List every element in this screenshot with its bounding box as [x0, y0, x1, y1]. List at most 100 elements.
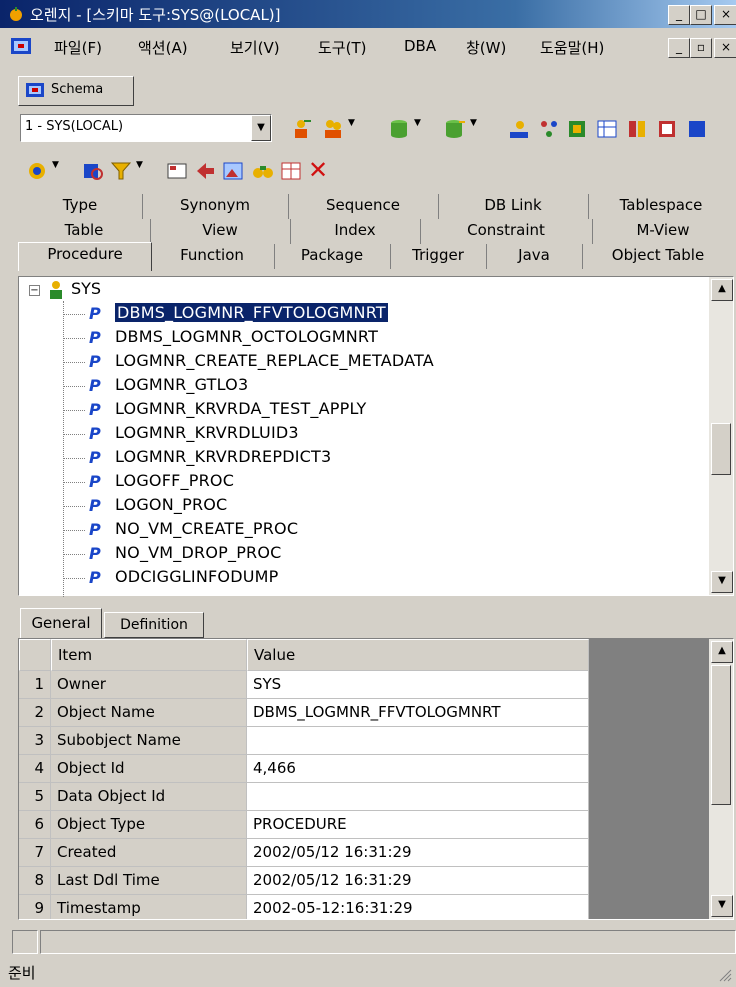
users-icon[interactable] — [322, 118, 344, 140]
tab-general[interactable]: General — [20, 608, 102, 638]
cell-item[interactable]: Data Object Id — [51, 783, 247, 811]
report-icon[interactable] — [656, 118, 678, 140]
scroll-down-icon[interactable]: ▼ — [711, 571, 733, 593]
menu-action[interactable]: 액션(A) — [138, 37, 188, 58]
menu-dba[interactable]: DBA — [404, 37, 436, 55]
child-restore-button[interactable]: ▫ — [690, 38, 712, 58]
cell-item[interactable]: Object Name — [51, 699, 247, 727]
chevron-down-icon[interactable]: ▼ — [251, 115, 271, 141]
tree-item[interactable]: NO_VM_CREATE_PROC — [115, 519, 298, 538]
tab-constraint[interactable]: Constraint — [420, 219, 593, 244]
child-close-button[interactable]: × — [714, 38, 736, 58]
table-row[interactable]: 7 Created 2002/05/12 16:31:29 — [19, 839, 589, 867]
cell-value[interactable] — [247, 727, 589, 755]
document-icon[interactable] — [10, 36, 32, 56]
tree-scrollbar[interactable]: ▲ ▼ — [709, 277, 733, 595]
tab-type[interactable]: Type — [18, 194, 143, 219]
cell-value[interactable]: 2002/05/12 16:31:29 — [247, 839, 589, 867]
collapse-icon[interactable]: − — [29, 285, 40, 296]
cell-item[interactable]: Timestamp — [51, 895, 247, 919]
scroll-up-icon[interactable]: ▲ — [711, 279, 733, 301]
cell-value[interactable]: DBMS_LOGMNR_FFVTOLOGMNRT — [247, 699, 589, 727]
refresh-icon[interactable] — [26, 160, 48, 182]
cell-item[interactable]: Object Id — [51, 755, 247, 783]
cell-item[interactable]: Last Ddl Time — [51, 867, 247, 895]
input-box[interactable] — [12, 930, 38, 954]
tree-item[interactable]: LOGMNR_GTLO3 — [115, 375, 248, 394]
tree-root-label[interactable]: SYS — [71, 279, 101, 298]
more-icon[interactable] — [686, 118, 708, 140]
properties-grid[interactable]: Item Value 1 Owner SYS 2 Object Name DBMS_LOG… — [18, 638, 734, 920]
tab-db-link[interactable]: DB Link — [438, 194, 589, 219]
tools-icon[interactable] — [626, 118, 648, 140]
tab-m-view[interactable]: M-View — [592, 219, 734, 244]
dropdown-arrow-icon[interactable]: ▼ — [470, 118, 480, 140]
cell-item[interactable]: Object Type — [51, 811, 247, 839]
table-row[interactable]: 3 Subobject Name — [19, 727, 589, 755]
tab-synonym[interactable]: Synonym — [142, 194, 289, 219]
cell-value[interactable]: 4,466 — [247, 755, 589, 783]
tab-object-table[interactable]: Object Table — [582, 244, 734, 269]
object-tree[interactable]: − SYS P DBMS_LOGMNR_FFVTOLOGMNRT P DBMS_LOG… — [18, 276, 734, 597]
find-icon[interactable] — [82, 160, 104, 182]
tab-procedure[interactable]: Procedure — [18, 242, 152, 271]
table-icon[interactable] — [280, 160, 302, 182]
cell-item[interactable]: Created — [51, 839, 247, 867]
title-bar[interactable]: 오렌지 - [스키마 도구:SYS@(LOCAL)] _ □ × — [0, 0, 736, 28]
schema-tab[interactable]: Schema — [18, 76, 134, 106]
grid-icon[interactable] — [166, 160, 188, 182]
menu-view[interactable]: 보기(V) — [230, 37, 280, 58]
cell-value[interactable]: PROCEDURE — [247, 811, 589, 839]
table-row[interactable]: 5 Data Object Id — [19, 783, 589, 811]
table-row[interactable]: 4 Object Id 4,466 — [19, 755, 589, 783]
tree-item[interactable]: ODCIGGLINFODUMP — [115, 567, 278, 586]
table-row[interactable]: 1 Owner SYS — [19, 671, 589, 699]
tab-view[interactable]: View — [150, 219, 291, 244]
database-add-icon[interactable] — [444, 118, 466, 140]
close-button[interactable]: × — [714, 5, 736, 25]
connection-select[interactable]: 1 - SYS(LOCAL) ▼ — [20, 114, 272, 142]
scroll-up-icon[interactable]: ▲ — [711, 641, 733, 663]
dropdown-arrow-icon[interactable]: ▼ — [136, 160, 146, 182]
network-icon[interactable] — [538, 118, 560, 140]
cell-value[interactable]: 2002/05/12 16:31:29 — [247, 867, 589, 895]
table-row[interactable]: 2 Object Name DBMS_LOGMNR_FFVTOLOGMNRT — [19, 699, 589, 727]
filter-icon[interactable] — [110, 160, 132, 182]
table-row[interactable]: 9 Timestamp 2002-05-12:16:31:29 — [19, 895, 589, 919]
add-user-icon[interactable] — [290, 118, 312, 140]
cell-value[interactable]: 2002-05-12:16:31:29 — [247, 895, 589, 919]
database-green-icon[interactable] — [388, 118, 410, 140]
tree-item[interactable]: LOGMNR_CREATE_REPLACE_METADATA — [115, 351, 434, 370]
tab-trigger[interactable]: Trigger — [390, 244, 487, 269]
maximize-button[interactable]: □ — [690, 5, 712, 25]
menu-window[interactable]: 창(W) — [466, 37, 506, 58]
splitter[interactable] — [18, 598, 734, 604]
header-value[interactable]: Value — [247, 639, 589, 671]
tab-definition[interactable]: Definition — [104, 612, 204, 638]
menu-file[interactable]: 파일(F) — [54, 37, 102, 58]
header-item[interactable]: Item — [51, 639, 247, 671]
add-item-icon[interactable] — [194, 160, 216, 182]
delete-icon[interactable]: ✕ — [308, 156, 330, 184]
tree-item[interactable]: LOGMNR_KRVRDLUID3 — [115, 423, 299, 442]
menu-help[interactable]: 도움말(H) — [540, 37, 604, 58]
scroll-thumb[interactable] — [711, 423, 731, 475]
dropdown-arrow-icon[interactable]: ▼ — [52, 160, 62, 182]
tree-item[interactable]: LOGOFF_PROC — [115, 471, 234, 490]
table-edit-icon[interactable] — [596, 118, 618, 140]
image-icon[interactable] — [222, 160, 244, 182]
tree-item[interactable]: DBMS_LOGMNR_OCTOLOGMNRT — [115, 327, 378, 346]
scroll-thumb[interactable] — [711, 665, 731, 805]
child-minimize-button[interactable]: _ — [668, 38, 690, 58]
minimize-button[interactable]: _ — [668, 5, 690, 25]
binoculars-icon[interactable] — [252, 160, 274, 182]
tree-item[interactable]: LOGMNR_KRVRDREPDICT3 — [115, 447, 331, 466]
menu-tools[interactable]: 도구(T) — [318, 37, 366, 58]
dropdown-arrow-icon[interactable]: ▼ — [348, 118, 358, 140]
tree-item[interactable]: LOGON_PROC — [115, 495, 227, 514]
tab-tablespace[interactable]: Tablespace — [588, 194, 734, 219]
table-row[interactable]: 8 Last Ddl Time 2002/05/12 16:31:29 — [19, 867, 589, 895]
grid-scrollbar[interactable]: ▲ ▼ — [709, 639, 733, 919]
security-icon[interactable] — [508, 118, 530, 140]
tree-item[interactable]: NO_VM_DROP_PROC — [115, 543, 282, 562]
